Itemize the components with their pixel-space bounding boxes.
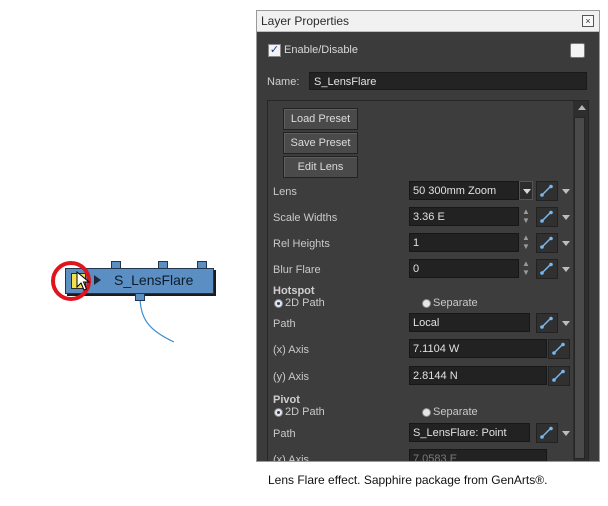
rel-heights-label: Rel Heights (273, 238, 330, 250)
scale-widths-spinner-icon[interactable]: ▲ ▼ (522, 207, 530, 226)
link-icon[interactable] (536, 423, 558, 443)
link-menu-arrow-icon[interactable] (562, 267, 570, 272)
enable-label: Enable/Disable (284, 44, 358, 56)
pivot-2d-path-radio[interactable] (274, 408, 283, 417)
hotspot-path-field[interactable]: Local (409, 313, 530, 332)
pivot-path-label: Path (273, 428, 296, 440)
load-preset-button[interactable]: Load Preset (283, 108, 358, 130)
blur-flare-spinner-icon[interactable]: ▲ ▼ (522, 259, 530, 278)
pivot-separate-radio[interactable] (422, 408, 431, 417)
name-label: Name: (267, 76, 300, 88)
link-icon[interactable] (536, 313, 558, 333)
link-icon[interactable] (536, 181, 558, 201)
figure-caption: Lens Flare effect. Sapphire package from… (268, 473, 548, 487)
link-menu-arrow-icon[interactable] (562, 431, 570, 436)
layer-color-swatch[interactable] (570, 43, 585, 58)
hotspot-x-axis-label: (x) Axis (273, 344, 310, 356)
scrollbar[interactable] (573, 101, 588, 461)
hotspot-y-axis-label: (y) Axis (273, 371, 310, 383)
layer-properties-panel: Layer Properties × ✓ Enable/Disable Name… (256, 10, 600, 462)
hotspot-separate-label: Separate (433, 297, 478, 309)
node-output-port[interactable] (135, 293, 145, 301)
parameters-scroll-area[interactable]: Load Preset Save Preset Edit Lens Lens 5… (267, 100, 589, 462)
node-input-port[interactable] (197, 261, 207, 269)
link-icon[interactable] (536, 259, 558, 279)
node-label: S_LensFlare (114, 272, 194, 288)
name-field[interactable]: S_LensFlare (309, 72, 587, 90)
edit-lens-button[interactable]: Edit Lens (283, 156, 358, 178)
cursor-arrow-icon (76, 271, 90, 291)
enable-checkbox[interactable]: ✓ (268, 44, 281, 57)
link-icon[interactable] (548, 366, 570, 386)
scale-widths-label: Scale Widths (273, 212, 338, 224)
pivot-x-axis-label: (x) Axis (273, 454, 310, 462)
link-icon[interactable] (536, 233, 558, 253)
hotspot-path-label: Path (273, 318, 296, 330)
blur-flare-label: Blur Flare (273, 264, 321, 276)
lens-label: Lens (273, 186, 297, 198)
blur-flare-field[interactable]: 0 (409, 259, 519, 278)
link-menu-arrow-icon[interactable] (562, 215, 570, 220)
scale-widths-field[interactable]: 3.36 E (409, 207, 519, 226)
link-icon[interactable] (536, 207, 558, 227)
link-icon[interactable] (548, 339, 570, 359)
chevron-down-icon[interactable] (519, 181, 533, 200)
rel-heights-field[interactable]: 1 (409, 233, 519, 252)
hotspot-separate-radio[interactable] (422, 299, 431, 308)
hotspot-2d-path-label: 2D Path (285, 297, 325, 309)
pivot-x-axis-field[interactable]: 7.0583 E (409, 449, 547, 461)
scroll-up-arrow-icon[interactable] (578, 105, 586, 110)
link-menu-arrow-icon[interactable] (562, 189, 570, 194)
pivot-heading: Pivot (273, 394, 300, 406)
hotspot-y-axis-field[interactable]: 2.8144 N (409, 366, 547, 385)
close-icon[interactable]: × (582, 15, 594, 27)
node-connection-wire (139, 296, 175, 343)
link-menu-arrow-icon[interactable] (562, 241, 570, 246)
link-menu-arrow-icon[interactable] (562, 321, 570, 326)
hotspot-x-axis-field[interactable]: 7.1104 W (409, 339, 547, 358)
pivot-separate-label: Separate (433, 406, 478, 418)
node-expand-arrow-icon[interactable] (94, 275, 101, 285)
rel-heights-spinner-icon[interactable]: ▲ ▼ (522, 233, 530, 252)
save-preset-button[interactable]: Save Preset (283, 132, 358, 154)
scrollbar-thumb[interactable] (574, 117, 585, 459)
node-input-port[interactable] (111, 261, 121, 269)
node-input-port[interactable] (158, 261, 168, 269)
pivot-2d-path-label: 2D Path (285, 406, 325, 418)
hotspot-2d-path-radio[interactable] (274, 299, 283, 308)
pivot-path-field[interactable]: S_LensFlare: Point (409, 423, 530, 442)
hotspot-heading: Hotspot (273, 285, 315, 297)
panel-titlebar: Layer Properties × (257, 11, 599, 32)
lens-select[interactable]: 50 300mm Zoom (409, 181, 519, 200)
panel-title: Layer Properties (261, 14, 350, 28)
